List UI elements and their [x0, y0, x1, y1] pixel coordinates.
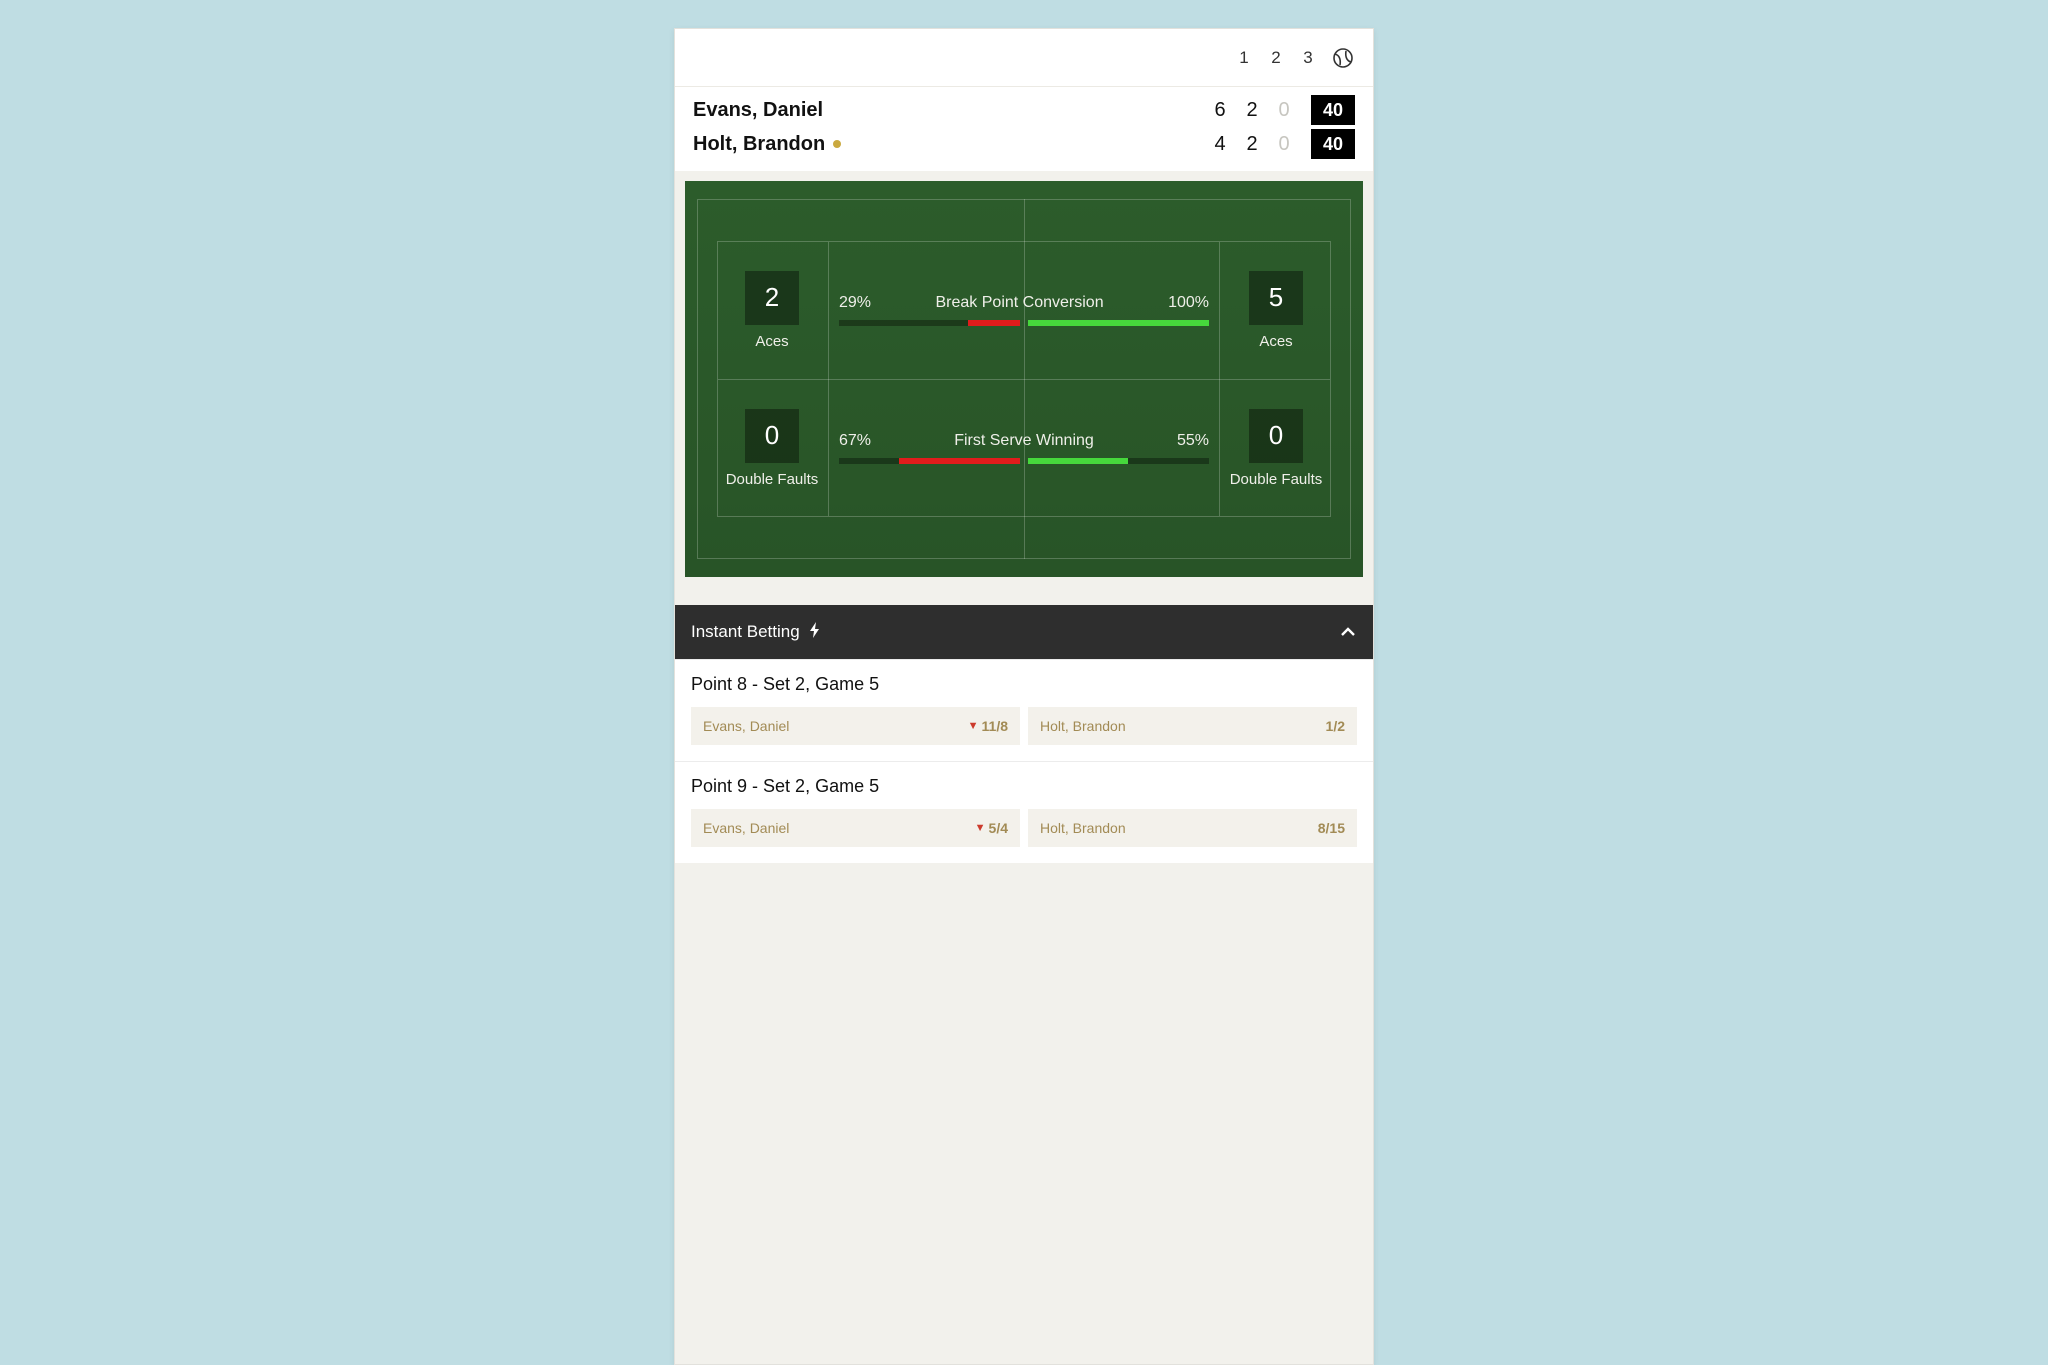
stat-left-box: 0 Double Faults — [717, 379, 827, 517]
bet-option[interactable]: Evans, Daniel ▼ 5/4 — [691, 809, 1020, 847]
bar-left-fill — [899, 458, 1020, 464]
stat-left-box: 2 Aces — [717, 241, 827, 379]
bet-block: Point 9 - Set 2, Game 5 Evans, Daniel ▼ … — [675, 761, 1373, 863]
stat-value: 0 — [1249, 409, 1303, 463]
stat-right-box: 5 Aces — [1221, 241, 1331, 379]
lightning-icon — [808, 622, 822, 643]
stat-bar — [827, 458, 1221, 464]
tennis-court: 2 Aces 29% Break Point Conversion 100% — [685, 181, 1363, 577]
stat-center: 29% Break Point Conversion 100% — [827, 241, 1221, 379]
player-scores: 6 2 0 40 — [1211, 95, 1355, 125]
bet-option-name: Holt, Brandon — [1040, 820, 1126, 836]
bet-option-odds: ▼ 11/8 — [968, 718, 1008, 734]
instant-betting-header[interactable]: Instant Betting — [675, 605, 1373, 659]
player-name-text: Holt, Brandon — [693, 133, 825, 156]
bet-option[interactable]: Holt, Brandon 8/15 — [1028, 809, 1357, 847]
stat-left-pct: 29% — [839, 294, 871, 312]
match-card: 1 2 3 Evans, Daniel 6 2 0 40 Holt, Brand… — [674, 28, 1374, 1365]
set-col-3: 3 — [1299, 48, 1317, 68]
bar-left-fill — [968, 320, 1020, 326]
stat-label: Double Faults — [726, 471, 819, 488]
bet-option-name: Holt, Brandon — [1040, 718, 1126, 734]
set-score: 0 — [1275, 133, 1293, 156]
stats-grid: 2 Aces 29% Break Point Conversion 100% — [717, 241, 1331, 517]
bet-option[interactable]: Evans, Daniel ▼ 11/8 — [691, 707, 1020, 745]
bet-block-title: Point 9 - Set 2, Game 5 — [691, 776, 1357, 797]
instant-betting-title: Instant Betting — [691, 622, 800, 642]
stat-bar — [827, 320, 1221, 326]
set-score: 0 — [1275, 99, 1293, 122]
stat-right-box: 0 Double Faults — [1221, 379, 1331, 517]
stat-value: 2 — [745, 271, 799, 325]
bet-block-title: Point 8 - Set 2, Game 5 — [691, 674, 1357, 695]
stat-right-pct: 55% — [1177, 432, 1209, 450]
stat-right-pct: 100% — [1168, 294, 1209, 312]
player-name-text: Evans, Daniel — [693, 99, 823, 122]
stat-left-pct: 67% — [839, 432, 871, 450]
stat-value: 5 — [1249, 271, 1303, 325]
bet-option-name: Evans, Daniel — [703, 820, 789, 836]
stat-label: Aces — [1259, 333, 1292, 350]
odds-down-icon: ▼ — [968, 720, 979, 732]
bet-block: Point 8 - Set 2, Game 5 Evans, Daniel ▼ … — [675, 659, 1373, 761]
player-row: Evans, Daniel 6 2 0 40 — [693, 93, 1355, 127]
bet-option[interactable]: Holt, Brandon 1/2 — [1028, 707, 1357, 745]
scoreboard: Evans, Daniel 6 2 0 40 Holt, Brandon 4 2… — [675, 87, 1373, 171]
chevron-up-icon — [1339, 623, 1357, 641]
set-score: 2 — [1243, 133, 1261, 156]
point-score: 40 — [1311, 95, 1355, 125]
odds-down-icon: ▼ — [975, 822, 986, 834]
stat-title: First Serve Winning — [871, 432, 1177, 450]
bar-right-fill — [1028, 320, 1209, 326]
player-scores: 4 2 0 40 — [1211, 129, 1355, 159]
scoreboard-header: 1 2 3 — [675, 29, 1373, 87]
set-col-1: 1 — [1235, 48, 1253, 68]
stat-value: 0 — [745, 409, 799, 463]
set-score: 4 — [1211, 133, 1229, 156]
tennis-ball-icon — [1331, 46, 1355, 70]
set-score: 6 — [1211, 99, 1229, 122]
player-name: Holt, Brandon — [693, 133, 1211, 156]
stat-label: Double Faults — [1230, 471, 1323, 488]
point-score: 40 — [1311, 129, 1355, 159]
serving-indicator-icon — [833, 140, 841, 148]
stat-label: Aces — [755, 333, 788, 350]
stat-title: Break Point Conversion — [871, 294, 1168, 312]
bet-option-odds: 8/15 — [1318, 820, 1345, 836]
set-score: 2 — [1243, 99, 1261, 122]
bet-option-odds: ▼ 5/4 — [975, 820, 1008, 836]
set-col-2: 2 — [1267, 48, 1285, 68]
stat-center: 67% First Serve Winning 55% — [827, 379, 1221, 517]
bar-right-fill — [1028, 458, 1128, 464]
player-row: Holt, Brandon 4 2 0 40 — [693, 127, 1355, 161]
court-container: 2 Aces 29% Break Point Conversion 100% — [675, 171, 1373, 587]
bet-option-name: Evans, Daniel — [703, 718, 789, 734]
player-name: Evans, Daniel — [693, 99, 1211, 122]
bet-option-odds: 1/2 — [1326, 718, 1345, 734]
instant-betting: Instant Betting Point 8 - Set 2, Game 5 … — [675, 605, 1373, 863]
